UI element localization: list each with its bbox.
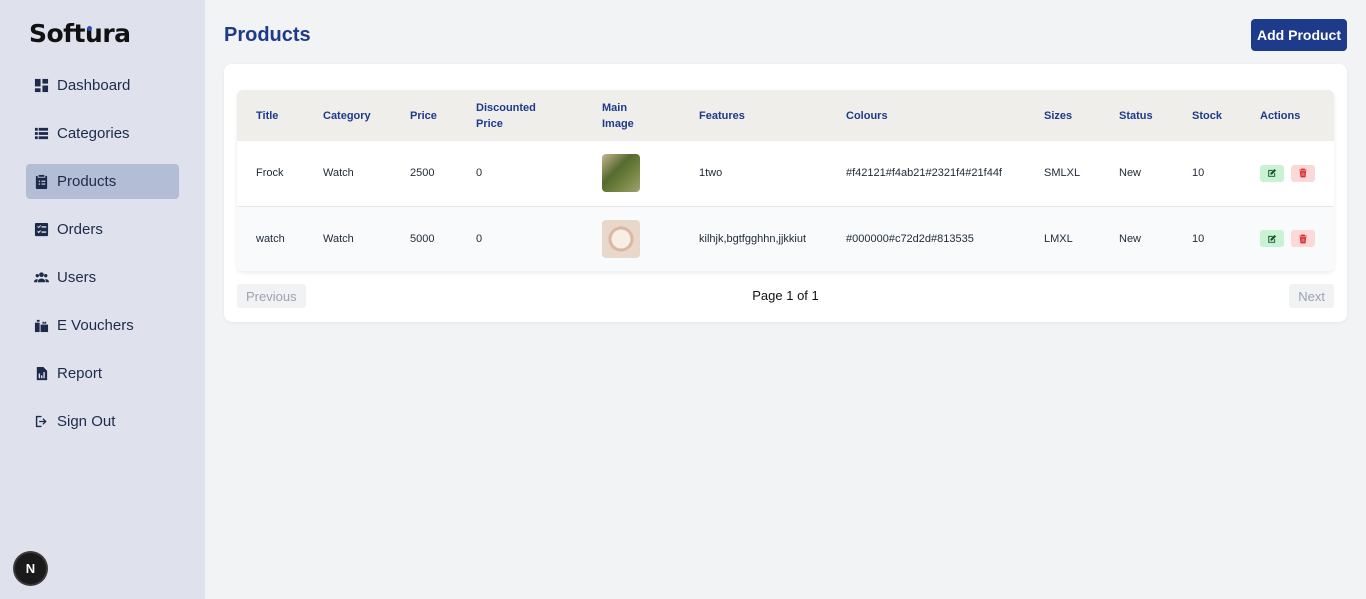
products-card: Title Category Price Discounted Price Ma… [224, 64, 1347, 322]
delete-button[interactable] [1291, 164, 1315, 182]
delete-button[interactable] [1291, 230, 1315, 248]
cell-colours: #000000#c72d2d#813535 [846, 232, 974, 245]
watch-image[interactable] [602, 219, 640, 258]
column-header-features: Features [699, 109, 745, 122]
column-header-main-image: Main Image [602, 101, 634, 130]
cell-discounted-price: 0 [476, 167, 483, 180]
edit-button[interactable] [1260, 230, 1284, 248]
products-table-wrapper: Title Category Price Discounted Price Ma… [237, 90, 1334, 271]
list-icon [32, 125, 50, 143]
sidebar-item-label: Sign Out [57, 413, 116, 430]
cell-main-image [583, 141, 680, 206]
products-table: Title Category Price Discounted Price Ma… [237, 90, 1334, 271]
page-title: Products [224, 24, 311, 46]
cell-category: Watch [323, 232, 354, 245]
cell-actions [1241, 206, 1334, 271]
brand-logo[interactable]: Softura [29, 19, 131, 51]
users-icon [32, 269, 50, 287]
trash-icon [1299, 168, 1307, 178]
framework-badge[interactable]: N [15, 553, 46, 584]
cell-category: Watch [323, 167, 354, 180]
sidebar-item-label: Users [57, 269, 97, 286]
cell-stock: 10 [1192, 232, 1205, 245]
sidebar-item-label: Categories [57, 125, 130, 142]
edit-icon [1268, 234, 1277, 243]
trash-icon [1299, 234, 1307, 244]
column-header-category: Category [323, 109, 371, 122]
column-header-discounted-price: Discounted Price [476, 101, 536, 130]
sidebar-item-dashboard[interactable]: Dashboard [26, 68, 179, 103]
sidebar-item-sign-out[interactable]: Sign Out [26, 404, 179, 439]
cell-features: kilhjk,bgtfgghhn,jjkkiut [699, 232, 807, 245]
cell-price: 2500 [410, 167, 435, 180]
column-header-colours: Colours [846, 109, 888, 122]
sidebar-item-label: E Vouchers [57, 317, 134, 334]
column-header-price: Price [410, 109, 437, 122]
column-header-actions: Actions [1260, 109, 1301, 122]
dashboard-icon [32, 77, 50, 95]
sidebar-item-categories[interactable]: Categories [26, 116, 179, 151]
logo-dot [87, 26, 92, 31]
pagination: Previous Page 1 of 1 Next [237, 284, 1334, 308]
sidebar-nav: Dashboard Categories Products Orders Use… [26, 68, 179, 452]
sign-out-icon [32, 413, 50, 431]
sidebar-item-users[interactable]: Users [26, 260, 179, 295]
sidebar-item-label: Dashboard [57, 77, 131, 94]
table-header-row: Title Category Price Discounted Price Ma… [237, 90, 1334, 141]
sidebar-item-products[interactable]: Products [26, 164, 179, 199]
cell-status: New [1119, 167, 1142, 180]
cell-title: Frock [256, 167, 284, 180]
sidebar: Softura Dashboard Categories Products Or… [0, 0, 205, 599]
sidebar-item-label: Products [57, 173, 117, 190]
brand-name-part1: Soft [29, 19, 86, 48]
sidebar-item-orders[interactable]: Orders [26, 212, 179, 247]
brand-name-part2: ura [85, 19, 131, 48]
cell-main-image [583, 206, 680, 271]
sidebar-item-report[interactable]: Report [26, 356, 179, 391]
cell-colours: #f42121#f4ab21#2321f4#21f44f [846, 167, 1002, 180]
add-product-button[interactable]: Add Product [1251, 19, 1347, 51]
report-icon [32, 365, 50, 383]
column-header-title: Title [256, 109, 279, 122]
table-row: watch Watch 5000 0 kilhjk,bgtfgghhn,jjkk… [237, 206, 1334, 271]
cell-stock: 10 [1192, 167, 1205, 180]
page-indicator: Page 1 of 1 [752, 288, 819, 303]
column-header-stock: Stock [1192, 109, 1222, 122]
frock-image[interactable] [602, 154, 640, 193]
edit-button[interactable] [1260, 164, 1284, 182]
cell-actions [1241, 141, 1334, 206]
table-row: Frock Watch 2500 0 1two #f42121#f4ab21#2… [237, 141, 1334, 206]
column-header-sizes: Sizes [1044, 109, 1073, 122]
sidebar-item-label: Orders [57, 221, 103, 238]
edit-icon [1268, 169, 1277, 177]
cell-features: 1two [699, 167, 723, 180]
clipboard-icon [32, 173, 50, 191]
voucher-icon [32, 317, 50, 335]
cell-discounted-price: 0 [476, 232, 483, 245]
cell-price: 5000 [410, 232, 435, 245]
column-header-status: Status [1119, 109, 1153, 122]
cell-status: New [1119, 232, 1142, 245]
sidebar-item-label: Report [57, 365, 103, 382]
cell-sizes: LMXL [1044, 232, 1073, 245]
next-page-button[interactable]: Next [1289, 284, 1334, 308]
cell-title: watch [256, 232, 285, 245]
cell-sizes: SMLXL [1044, 167, 1081, 180]
sidebar-item-e-vouchers[interactable]: E Vouchers [26, 308, 179, 343]
checklist-icon [32, 221, 50, 239]
